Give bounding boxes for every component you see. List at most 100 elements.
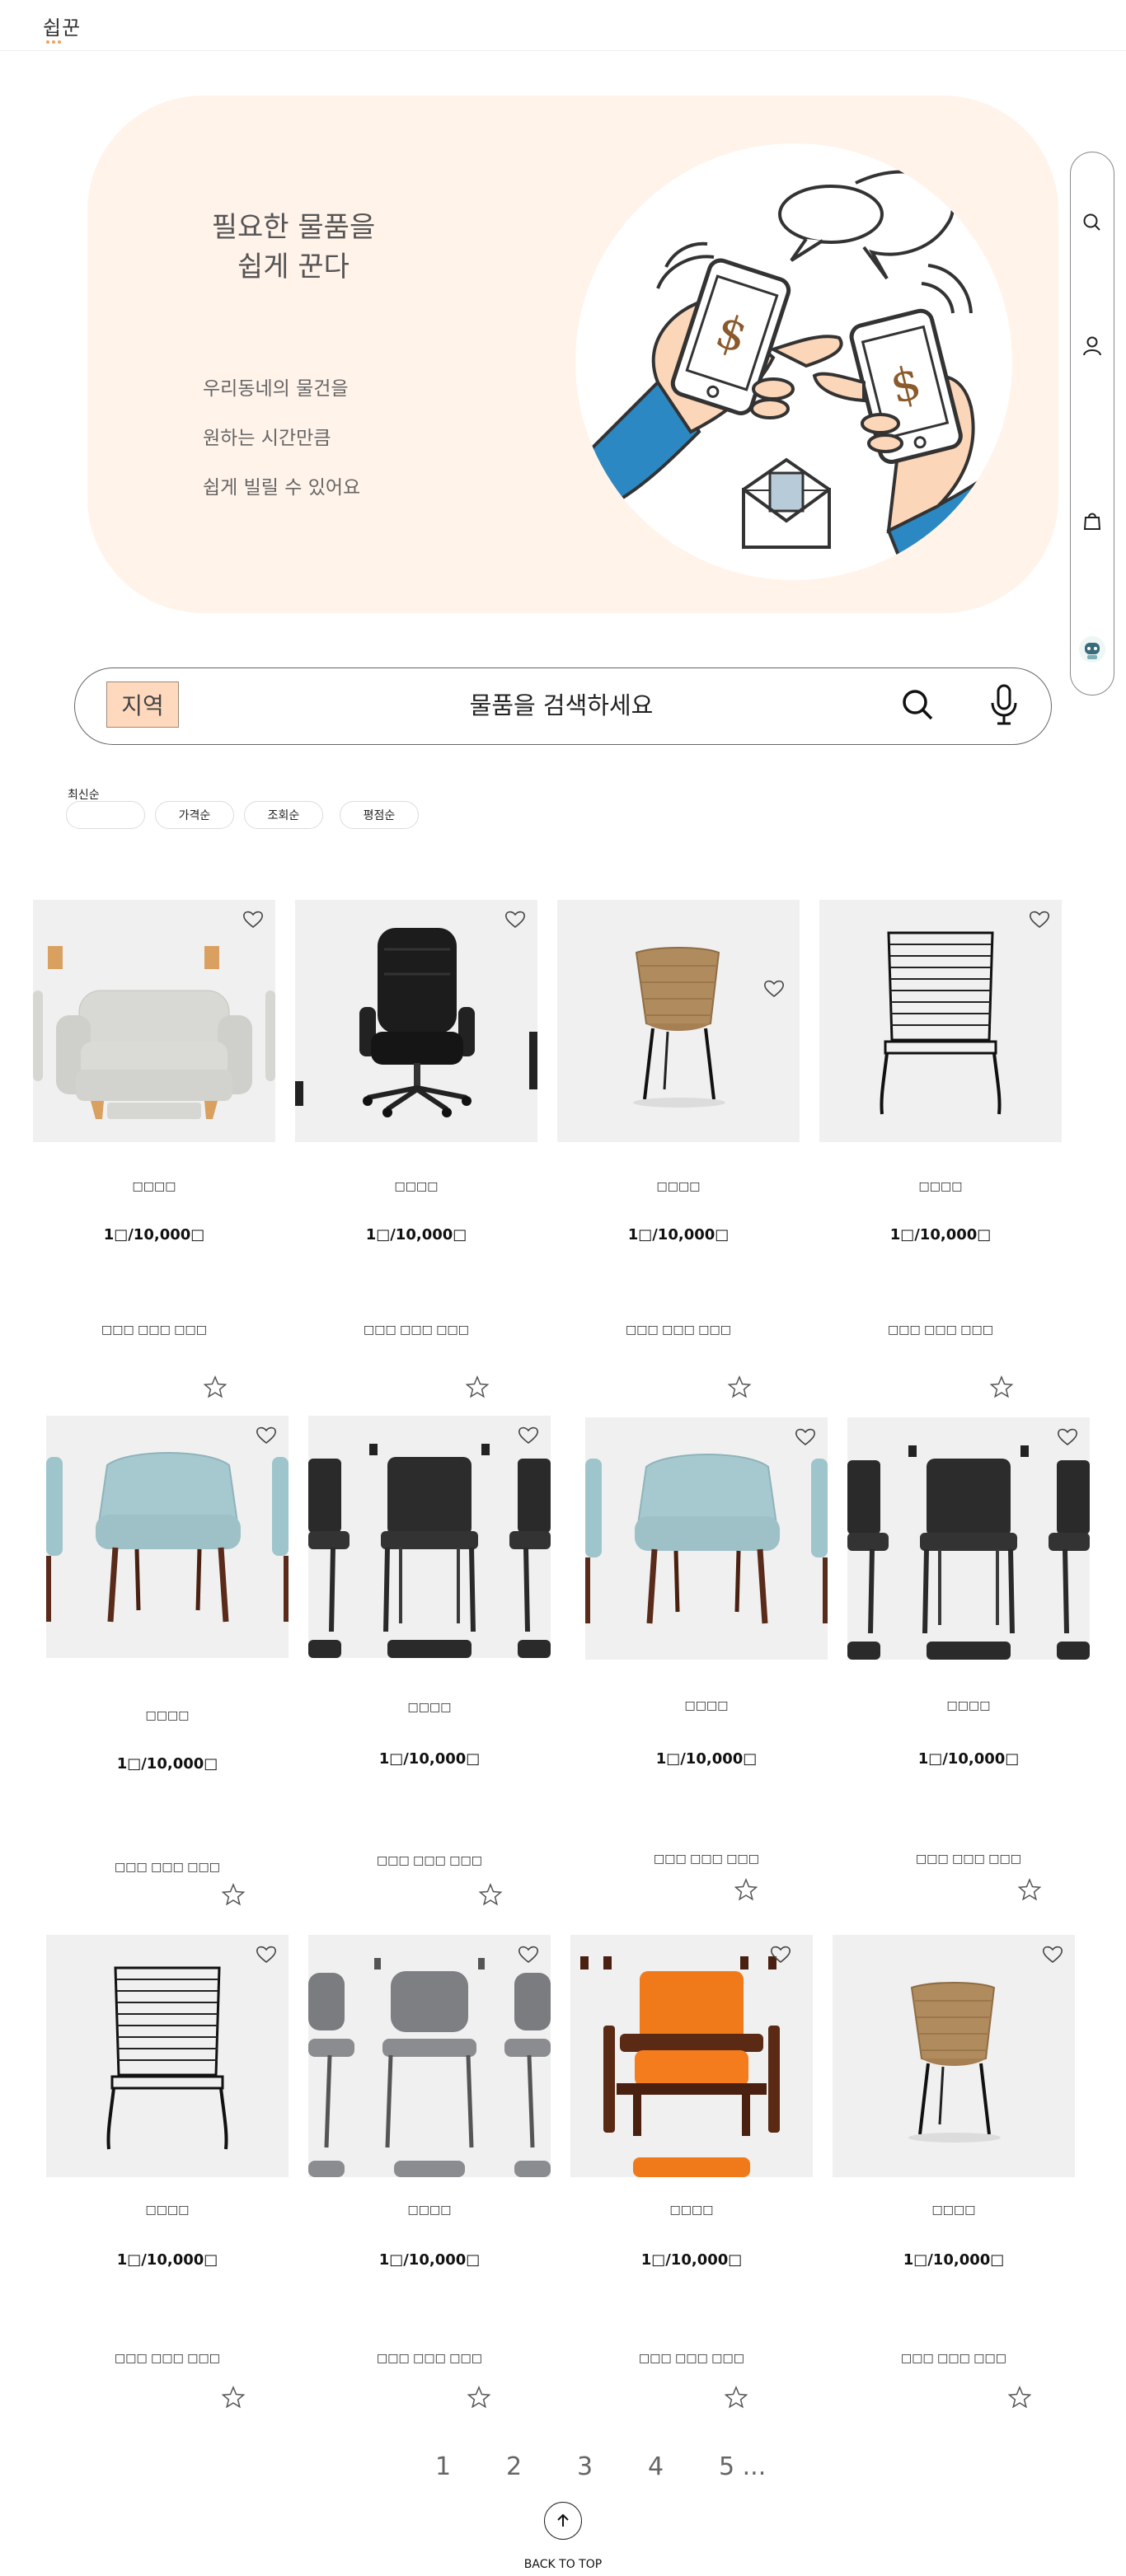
product-name: □□□□ <box>669 2204 714 2217</box>
star-icon[interactable] <box>221 1882 246 1907</box>
heart-icon[interactable] <box>518 1945 539 1965</box>
search-input[interactable] <box>289 683 833 728</box>
region-selector[interactable]: 지역 <box>106 681 179 728</box>
product-price: 1□/10,000□ <box>116 1755 218 1773</box>
product-image[interactable] <box>557 900 800 1142</box>
product-name: □□□□ <box>145 1709 190 1722</box>
star-icon[interactable] <box>1007 2385 1032 2410</box>
product-price: 1□/10,000□ <box>116 2251 218 2269</box>
microphone-icon[interactable] <box>990 683 1018 726</box>
hero-text-line: 우리동네의 물건을 <box>203 378 349 400</box>
sidebar-account-button[interactable] <box>1077 330 1108 362</box>
heart-icon[interactable] <box>504 910 526 930</box>
product-price: 1□/10,000□ <box>365 1226 467 1244</box>
star-icon[interactable] <box>478 1882 503 1907</box>
page-link[interactable]: 4 <box>648 2452 664 2481</box>
heart-icon[interactable] <box>256 1945 277 1965</box>
product-name: □□□□ <box>394 1180 439 1193</box>
star-icon[interactable] <box>989 1375 1014 1399</box>
heart-icon[interactable] <box>256 1426 277 1445</box>
product-image[interactable] <box>308 1935 551 2177</box>
star-icon[interactable] <box>203 1375 228 1399</box>
heart-icon[interactable] <box>242 910 264 930</box>
sidebar-chatbot-button[interactable] <box>1077 634 1108 665</box>
product-image[interactable] <box>819 900 1062 1142</box>
page-link[interactable]: 5 ... <box>719 2452 766 2481</box>
product-info: □□□ □□□ □□□ <box>377 1854 482 1867</box>
sort-rating-button[interactable]: 평점순 <box>340 801 419 829</box>
sort-current-label: 최신순 <box>68 789 100 802</box>
product-name: □□□□ <box>684 1699 729 1712</box>
chatbot-icon <box>1079 636 1105 663</box>
star-icon[interactable] <box>734 1877 758 1902</box>
heart-icon[interactable] <box>795 1427 816 1447</box>
product-info: □□□ □□□ □□□ <box>115 2352 220 2365</box>
hero-title-line-2: 쉽게 꾼다 <box>237 251 350 283</box>
star-icon[interactable] <box>1017 1877 1042 1902</box>
product-info: □□□ □□□ □□□ <box>639 2352 744 2365</box>
shopping-bag-icon <box>1083 513 1101 530</box>
product-image[interactable] <box>295 900 537 1142</box>
product-image[interactable] <box>847 1417 1090 1660</box>
product-image[interactable] <box>33 900 275 1142</box>
product-image[interactable] <box>308 1416 551 1658</box>
quick-menu-sidebar <box>1070 152 1114 696</box>
product-price: 1□/10,000□ <box>903 2251 1005 2269</box>
star-icon[interactable] <box>724 2385 748 2410</box>
product-image[interactable] <box>570 1935 813 2177</box>
star-icon[interactable] <box>221 2385 246 2410</box>
sort-latest-pill[interactable] <box>66 801 145 829</box>
logo-mark-icon <box>46 31 71 44</box>
chair-illustration <box>33 946 275 1119</box>
product-name: □□□□ <box>145 2204 190 2217</box>
page-link[interactable]: 3 <box>577 2452 593 2481</box>
user-icon <box>1083 336 1101 356</box>
hero-illustration: $ $ <box>575 143 1012 580</box>
logo[interactable]: 쉽꾼 <box>43 12 81 40</box>
chair-illustration <box>847 1445 1090 1660</box>
product-name: □□□□ <box>918 1180 963 1193</box>
star-icon[interactable] <box>467 2385 491 2410</box>
product-price: 1□/10,000□ <box>378 2251 481 2269</box>
product-image[interactable] <box>833 1935 1075 2177</box>
hero-banner: 필요한 물품을 쉽게 꾼다 우리동네의 물건을 원하는 시간만큼 쉽게 빌릴 수… <box>87 96 1058 613</box>
product-info: □□□ □□□ □□□ <box>654 1852 759 1866</box>
search-bar: 지역 <box>74 667 1052 745</box>
product-price: 1□/10,000□ <box>103 1226 205 1244</box>
product-info: □□□ □□□ □□□ <box>377 2352 482 2365</box>
heart-icon[interactable] <box>518 1426 539 1445</box>
product-price: 1□/10,000□ <box>917 1750 1020 1768</box>
heart-icon[interactable] <box>763 979 785 999</box>
heart-icon[interactable] <box>1029 910 1050 930</box>
chair-illustration <box>908 1982 1001 2143</box>
product-name: □□□□ <box>407 1701 452 1714</box>
product-name: □□□□ <box>931 2204 976 2217</box>
page-link[interactable]: 2 <box>506 2452 522 2481</box>
sidebar-search-button[interactable] <box>1077 207 1108 238</box>
heart-icon[interactable] <box>770 1945 791 1965</box>
product-info: □□□ □□□ □□□ <box>916 1852 1021 1866</box>
arrow-up-icon <box>557 2513 569 2527</box>
heart-icon[interactable] <box>1057 1427 1078 1447</box>
sidebar-cart-button[interactable] <box>1077 505 1108 536</box>
product-info: □□□ □□□ □□□ <box>115 1861 220 1874</box>
product-info: □□□ □□□ □□□ <box>364 1323 469 1337</box>
sort-views-button[interactable]: 조회순 <box>244 801 323 829</box>
product-price: 1□/10,000□ <box>889 1226 992 1244</box>
star-icon[interactable] <box>465 1375 490 1399</box>
sort-price-button[interactable]: 가격순 <box>155 801 234 829</box>
page-link[interactable]: 1 <box>435 2452 451 2481</box>
heart-icon[interactable] <box>1042 1945 1063 1965</box>
product-image[interactable] <box>585 1417 828 1660</box>
hero-text-line: 원하는 시간만큼 <box>203 428 331 449</box>
chair-illustration <box>580 1956 780 2177</box>
search-icon[interactable] <box>899 686 936 723</box>
chair-illustration <box>46 1452 289 1623</box>
chair-illustration <box>880 931 1002 1115</box>
back-to-top-button[interactable] <box>544 2502 582 2540</box>
product-price: 1□/10,000□ <box>378 1750 481 1768</box>
product-image[interactable] <box>46 1935 289 2177</box>
star-icon[interactable] <box>727 1375 752 1399</box>
chair-illustration <box>585 1454 828 1624</box>
product-image[interactable] <box>46 1416 289 1658</box>
